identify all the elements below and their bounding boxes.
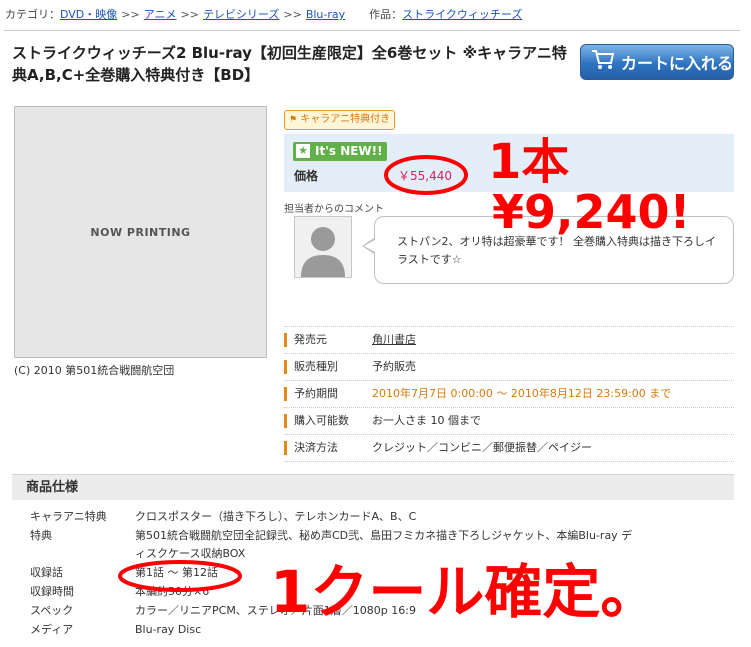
info-value: 予約販売 xyxy=(372,360,416,373)
speech-bubble-tail-inner xyxy=(364,240,375,252)
spec-value: Blu-ray Disc xyxy=(135,623,202,636)
spec-table: キャラアニ特典 クロスポスター（描き下ろし）、テレホンカードA、B、C 特典 第… xyxy=(30,508,730,640)
breadcrumb-category-label: カテゴリ： xyxy=(5,8,60,21)
cover-placeholder-text: NOW PRINTING xyxy=(90,225,191,239)
row-marker xyxy=(284,360,287,374)
spec-key: キャラアニ特典 xyxy=(30,510,107,523)
spec-value: カラー／リニアPCM、ステレオ／片面1層／1080p 16:9 xyxy=(135,604,416,617)
spec-row: 収録時間 本編約50分×6 xyxy=(30,583,730,601)
staff-comment-bubble: ストパン2、オリ特は超豪華です！ 全巻購入特典は描き下ろしイラストです☆ xyxy=(374,216,734,284)
add-to-cart-button[interactable]: カートに入れる xyxy=(580,44,734,80)
product-title: ストライクウィッチーズ2 Blu-ray【初回生産限定】全6巻セット ※キャラア… xyxy=(12,44,567,84)
product-cover-image: NOW PRINTING xyxy=(14,106,267,358)
breadcrumb-separator: >> xyxy=(283,8,302,21)
breadcrumb-work-label: 作品： xyxy=(369,8,403,21)
breadcrumb-link-bluray[interactable]: Blu-ray xyxy=(306,8,345,21)
tokuten-badge: ⚑ キャラアニ特典付き xyxy=(284,110,396,130)
spec-key: 特典 xyxy=(30,529,52,542)
divider xyxy=(4,30,740,31)
spec-row: キャラアニ特典 クロスポスター（描き下ろし）、テレホンカードA、B、C xyxy=(30,508,730,526)
info-key: 予約期間 xyxy=(294,387,338,400)
copyright-text: (C) 2010 第501統合戦闘航空団 xyxy=(14,364,175,377)
spec-value: 第1話 ～ 第12話 xyxy=(135,566,218,579)
info-value: 2010年7月7日 0:00:00 ～ 2010年8月12日 23:59:00 … xyxy=(372,387,672,400)
info-key: 発売元 xyxy=(294,333,327,346)
breadcrumb-link-work[interactable]: ストライクウィッチーズ xyxy=(402,8,522,21)
tokuten-badge-label: キャラアニ特典付き xyxy=(300,114,391,125)
row-marker xyxy=(284,333,287,347)
row-marker xyxy=(284,414,287,428)
spec-value: 本編約50分×6 xyxy=(135,585,210,598)
staff-comment-text: ストパン2、オリ特は超豪華です！ 全巻購入特典は描き下ろしイラストです☆ xyxy=(397,235,717,266)
new-badge-label: It's NEW!! xyxy=(315,144,383,158)
info-key: 決済方法 xyxy=(294,441,338,454)
info-value: お一人さま 10 個まで xyxy=(372,414,481,427)
spec-heading: 商品仕様 xyxy=(12,474,734,500)
info-row-purchase-limit: 購入可能数 お一人さま 10 個まで xyxy=(284,408,734,435)
breadcrumb-link-dvd[interactable]: DVD・映像 xyxy=(60,8,117,21)
spec-row: メディア Blu-ray Disc xyxy=(30,621,730,639)
spec-row: 特典 第501統合戦闘航空団全記録弐、秘め声CD弐、島田フミカネ描き下ろしジャケ… xyxy=(30,527,730,563)
breadcrumb: カテゴリ：DVD・映像 >> アニメ >> テレビシリーズ >> Blu-ray 作品：ストラ… xyxy=(5,6,522,22)
staff-comment-label: 担当者からのコメント xyxy=(284,204,384,215)
price-box: ★ It's NEW!! 価格 ￥55,440 xyxy=(284,134,734,192)
info-key: 販売種別 xyxy=(294,360,338,373)
star-icon: ★ xyxy=(296,144,310,158)
breadcrumb-separator: >> xyxy=(121,8,140,21)
spec-row: 収録話 第1話 ～ 第12話 xyxy=(30,564,730,582)
product-info-table: 発売元 角川書店 販売種別 予約販売 予約期間 2010年7月7日 0:00:0… xyxy=(284,326,734,462)
row-marker xyxy=(284,387,287,401)
flag-icon: ⚑ xyxy=(289,115,298,125)
spec-key: スペック xyxy=(30,604,74,617)
info-row-payment: 決済方法 クレジット／コンビニ／郵便振替／ペイジー xyxy=(284,435,734,462)
cart-button-label: カートに入れる xyxy=(621,54,734,73)
info-key: 購入可能数 xyxy=(294,414,349,427)
spec-value: 第501統合戦闘航空団全記録弐、秘め声CD弐、島田フミカネ描き下ろしジャケット、… xyxy=(135,529,633,560)
spec-row: スペック カラー／リニアPCM、ステレオ／片面1層／1080p 16:9 xyxy=(30,602,730,620)
spec-key: 収録時間 xyxy=(30,585,74,598)
spec-key: 収録話 xyxy=(30,566,63,579)
spec-value: クロスポスター（描き下ろし）、テレホンカードA、B、C xyxy=(135,510,417,523)
spec-key: メディア xyxy=(30,623,74,636)
breadcrumb-link-tv-series[interactable]: テレビシリーズ xyxy=(203,8,279,21)
publisher-link[interactable]: 角川書店 xyxy=(372,327,416,353)
row-marker xyxy=(284,441,287,455)
info-row-publisher: 発売元 角川書店 xyxy=(284,326,734,354)
cart-icon xyxy=(591,49,621,75)
info-row-reservation-period: 予約期間 2010年7月7日 0:00:00 ～ 2010年8月12日 23:5… xyxy=(284,381,734,408)
price-value: ￥55,440 xyxy=(398,169,452,183)
new-badge: ★ It's NEW!! xyxy=(293,142,387,161)
staff-avatar xyxy=(294,216,352,278)
breadcrumb-link-anime[interactable]: アニメ xyxy=(144,8,177,21)
info-row-sales-type: 販売種別 予約販売 xyxy=(284,354,734,381)
breadcrumb-separator: >> xyxy=(180,8,199,21)
person-icon xyxy=(301,227,345,277)
price-label: 価格 xyxy=(294,169,319,183)
info-value: クレジット／コンビニ／郵便振替／ペイジー xyxy=(372,441,592,454)
